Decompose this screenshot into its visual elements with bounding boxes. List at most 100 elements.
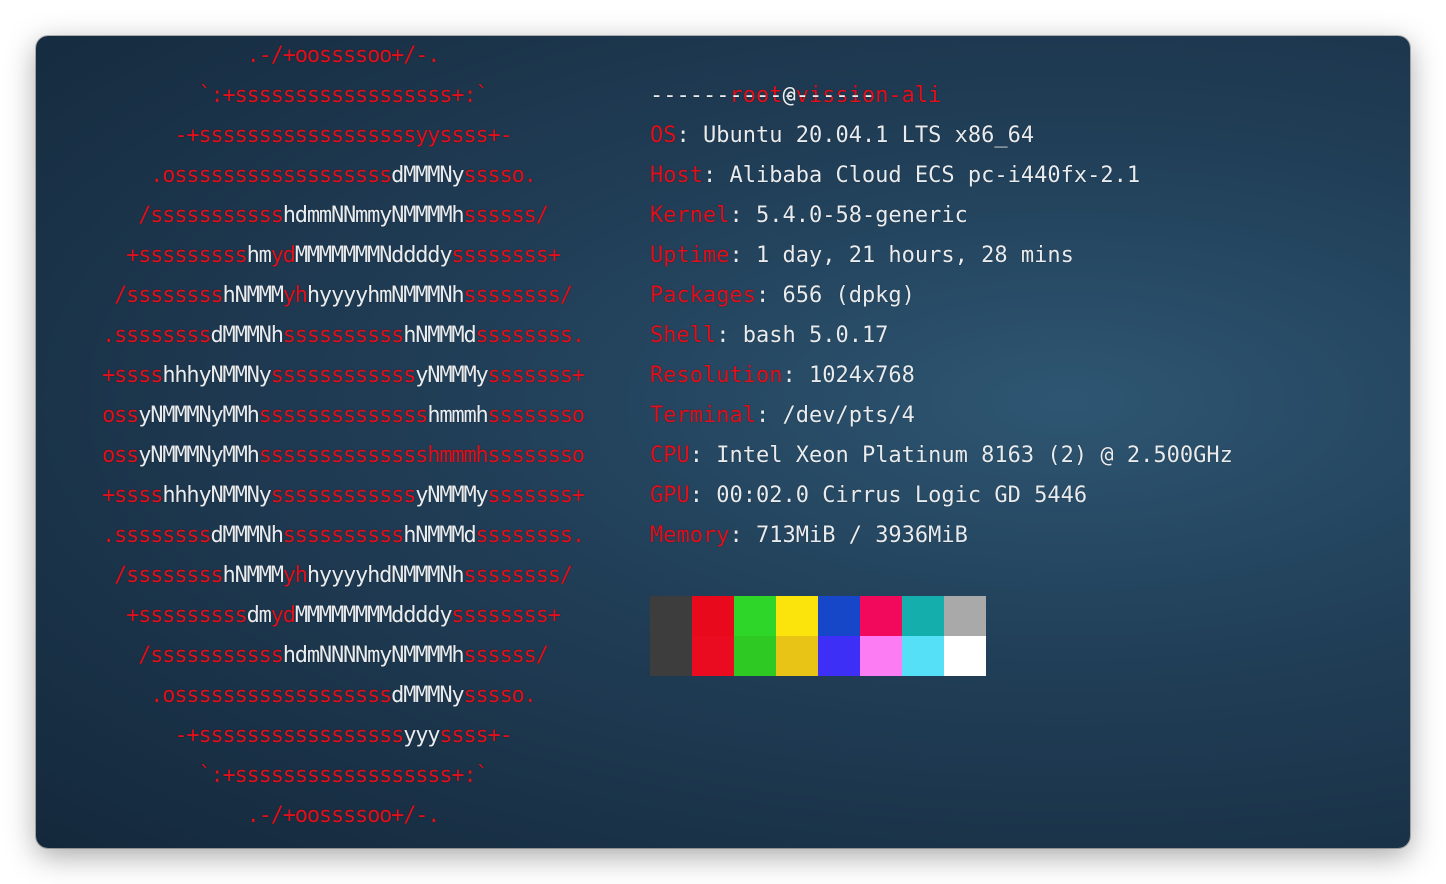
logo-segment: +sssssssss	[126, 243, 248, 268]
logo-segment: .ssssssss	[102, 523, 212, 548]
logo-segment: ssssssssss	[282, 323, 405, 348]
terminal-window[interactable]: .-/+oossssoo+/-. `:+ssssssssssssssssss+:`…	[36, 36, 1410, 848]
logo-segment: .ossssssssssssssssss	[150, 683, 392, 708]
info-value: /dev/pts/4	[782, 403, 915, 428]
info-value: 00:02.0 Cirrus Logic GD 5446	[716, 483, 1088, 508]
key-separator: :	[689, 443, 717, 468]
info-value: 656 (dpkg)	[782, 283, 915, 308]
info-value: 713MiB / 3936MiB	[755, 523, 968, 548]
logo-line: .-/+oossssoo+/-.	[36, 796, 650, 836]
info-key: Terminal	[650, 403, 756, 428]
key-separator: :	[729, 203, 756, 228]
normal-color-swatch	[860, 596, 902, 636]
logo-segment: ssssssss+	[451, 243, 561, 268]
logo-line: .ossssssssssssssssssdMMMNysssso.	[36, 676, 650, 716]
bright-color-swatch	[860, 636, 902, 676]
info-value: 1 day, 21 hours, 28 mins	[755, 243, 1074, 268]
logo-line: .ssssssssdMMMNhsssssssssshNMMMdssssssss.	[36, 516, 650, 556]
bright-color-swatch	[902, 636, 944, 676]
info-field-terminal: Terminal: /dev/pts/4	[650, 396, 915, 436]
logo-segment: `:+ssssssssssssssssss+:`	[198, 83, 488, 108]
logo-line: .ssssssssdMMMNhsssssssssshNMMMdssssssss.	[36, 316, 650, 356]
logo-segment: dMMMNh	[210, 323, 283, 348]
info-value: Ubuntu 20.04.1 LTS x86_64	[703, 123, 1035, 148]
logo-segment: ssssssss+	[451, 603, 561, 628]
logo-segment: ssssss/	[463, 203, 549, 228]
logo-segment: /ssssssss	[114, 563, 224, 588]
logo-segment: yNMMMy	[415, 363, 488, 388]
info-field-cpu: CPU: Intel Xeon Platinum 8163 (2) @ 2.50…	[650, 436, 1233, 476]
bright-color-swatch	[944, 636, 986, 676]
logo-segment: +ssss	[102, 483, 163, 508]
logo-segment: hhhyNMMNy	[162, 363, 272, 388]
logo-segment: dMMMNy	[391, 683, 464, 708]
header-separator: -----------------	[650, 83, 876, 108]
key-separator: :	[755, 403, 783, 428]
info-field-packages: Packages: 656 (dpkg)	[650, 276, 915, 316]
logo-segment: .ossssssssssssssssss	[150, 163, 392, 188]
info-key: Host	[650, 163, 703, 188]
normal-color-swatch	[776, 596, 818, 636]
logo-line: ossyNMMMNyMMhsssssssssssssshmmmhssssssso	[36, 436, 650, 476]
normal-color-swatch	[734, 596, 776, 636]
logo-segment: hdmNNNNmyNMMMMh	[282, 643, 465, 668]
info-value: 1024x768	[808, 363, 915, 388]
logo-segment: yh	[282, 563, 308, 588]
normal-color-swatch	[650, 596, 692, 636]
logo-segment: hyyyyhmNMMMNh	[306, 283, 465, 308]
color-palette	[650, 596, 986, 676]
info-value: Intel Xeon Platinum 8163 (2) @ 2.500GHz	[716, 443, 1233, 468]
info-field-os: OS: Ubuntu 20.04.1 LTS x86_64	[650, 116, 1034, 156]
logo-segment: sssso.	[463, 683, 536, 708]
info-key: Shell	[650, 323, 717, 348]
key-separator: :	[689, 483, 717, 508]
info-value: bash 5.0.17	[742, 323, 889, 348]
logo-line: -+ssssssssssssssssssyyssss+-	[36, 116, 650, 156]
logo-segment: MMMMMMMNddddy	[294, 243, 453, 268]
logo-line: `:+ssssssssssssssssss+:`	[36, 756, 650, 796]
logo-segment: hNMMMd	[403, 523, 476, 548]
logo-segment: .-/+oossssoo+/-.	[246, 803, 441, 828]
logo-segment: oss	[102, 403, 139, 428]
logo-segment: hmmmh	[427, 403, 488, 428]
logo-segment: hm	[246, 243, 272, 268]
logo-segment: ssssssssss	[282, 523, 405, 548]
system-info: root@vission-ali ----------------- OS: U…	[650, 36, 1390, 596]
logo-segment: yNMMMNyMMh	[138, 403, 260, 428]
logo-line: +ssssssssshmydMMMMMMMNddddyssssssss+	[36, 236, 650, 276]
logo-line: `:+ssssssssssssssssss+:`	[36, 76, 650, 116]
bright-color-swatch	[692, 636, 734, 676]
key-separator: :	[702, 163, 730, 188]
logo-segment: `:+ssssssssssssssssss+:`	[198, 763, 488, 788]
info-field-shell: Shell: bash 5.0.17	[650, 316, 888, 356]
logo-segment: .ssssssss	[102, 323, 212, 348]
info-field-gpu: GPU: 00:02.0 Cirrus Logic GD 5446	[650, 476, 1087, 516]
info-field-uptime: Uptime: 1 day, 21 hours, 28 mins	[650, 236, 1074, 276]
logo-segment: sssso.	[463, 163, 536, 188]
info-key: GPU	[650, 483, 690, 508]
logo-segment: -+ssssssssssssssssssyyssss+-	[174, 123, 512, 148]
logo-segment: .-/+oossssoo+/-.	[246, 43, 441, 68]
logo-segment: ssssss/	[463, 643, 549, 668]
logo-segment: yd	[270, 243, 296, 268]
logo-segment: ssssssss/	[463, 283, 573, 308]
key-separator: :	[755, 283, 783, 308]
user-host-line: root@vission-ali	[650, 36, 941, 108]
logo-segment: hdmmNNmmyNMMMMh	[282, 203, 465, 228]
logo-line: /sssssssshNMMMyhhyyyyhdNMMMNhssssssss/	[36, 556, 650, 596]
logo-segment: ssssssss/	[463, 563, 573, 588]
logo-line: /ssssssssssshdmmNNmmyNMMMMhssssss/	[36, 196, 650, 236]
logo-segment: -+sssssssssssssssss	[174, 723, 404, 748]
logo-segment: +sssssssss	[126, 603, 248, 628]
info-key: CPU	[650, 443, 690, 468]
normal-color-swatch	[692, 596, 734, 636]
logo-line: +sssshhhyNMMNyssssssssssssyNMMMysssssss+	[36, 356, 650, 396]
logo-segment: ssss+-	[439, 723, 512, 748]
logo-segment: sssssss+	[487, 483, 586, 508]
bright-color-swatch	[776, 636, 818, 676]
info-key: Kernel	[650, 203, 730, 228]
logo-segment: ssssssss.	[475, 323, 586, 348]
logo-segment: /sssssssssss	[138, 643, 284, 668]
info-field-kernel: Kernel: 5.4.0-58-generic	[650, 196, 968, 236]
info-field-host: Host: Alibaba Cloud ECS pc-i440fx-2.1	[650, 156, 1140, 196]
